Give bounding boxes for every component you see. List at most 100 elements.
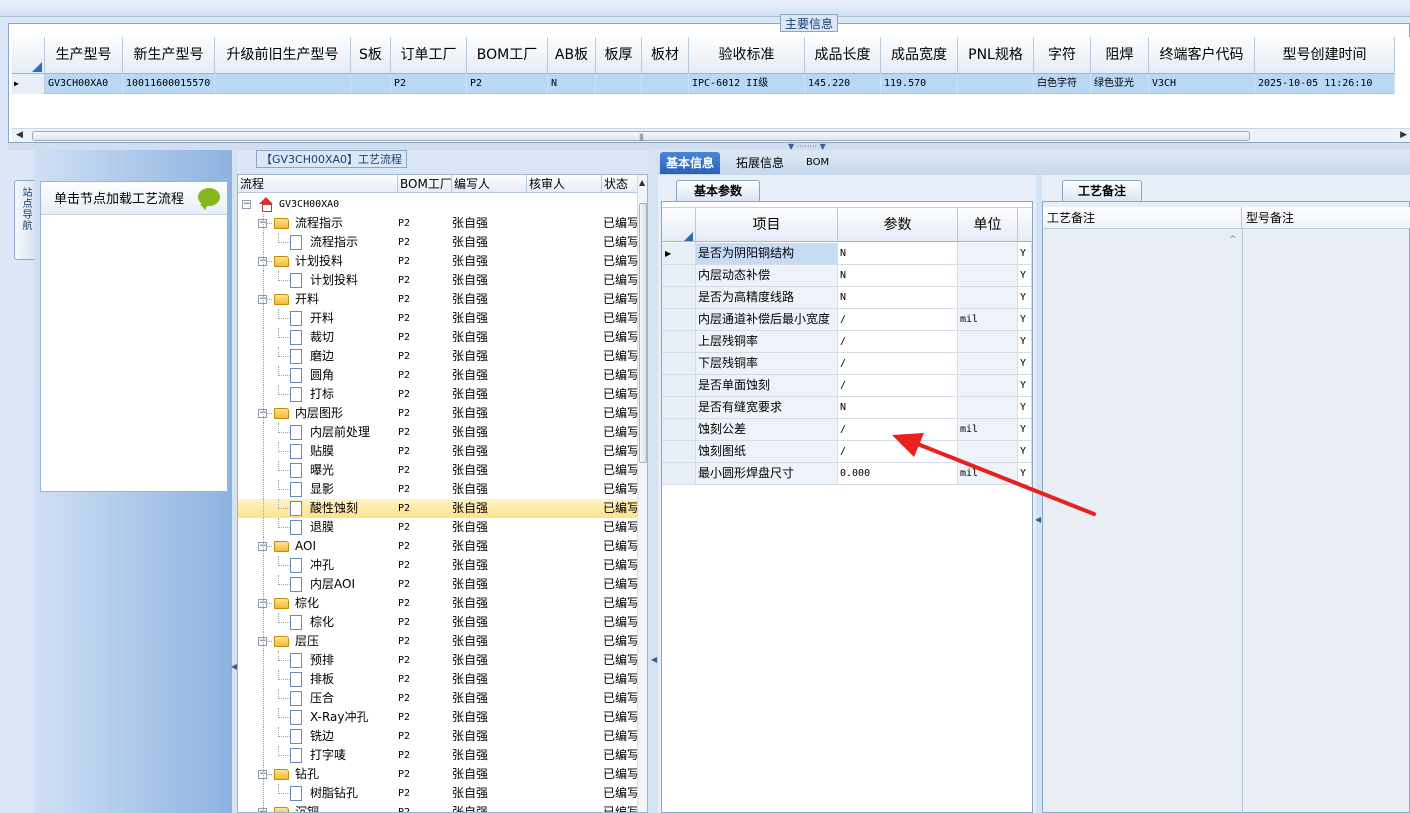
param-value-cell[interactable]: / (838, 309, 958, 330)
tab-craft-notes[interactable]: 工艺备注 (1062, 180, 1142, 201)
column-header-model-note[interactable]: 型号备注 (1242, 207, 1410, 229)
collapse-right-icon[interactable]: ◀ (1035, 515, 1041, 524)
column-header[interactable]: 生产型号 (45, 37, 123, 74)
scrollbar-thumb[interactable] (639, 203, 647, 463)
table-cell[interactable]: 2025-10-05 11:26:10 (1255, 74, 1395, 94)
tab-bom[interactable]: BOM (800, 152, 835, 174)
table-cell[interactable] (596, 74, 642, 94)
horizontal-splitter[interactable]: ▼ ········ ▼ (8, 142, 1410, 151)
table-cell[interactable]: P2 (391, 74, 467, 94)
table-cell[interactable]: V3CH (1149, 74, 1255, 94)
param-value-cell[interactable]: N (838, 243, 958, 264)
column-header[interactable]: S板 (351, 37, 391, 74)
table-row[interactable]: 蚀刻公差 / mil Y (662, 419, 1032, 441)
table-cell[interactable]: IPC-6012 II级 (689, 74, 805, 94)
tree-node[interactable]: 压合 P2 张自强 已编写 (238, 689, 637, 708)
tree-node[interactable]: 内层AOI P2 张自强 已编写 (238, 575, 637, 594)
table-cell[interactable] (351, 74, 391, 94)
tree-node[interactable]: 预排 P2 张自强 已编写 (238, 651, 637, 670)
column-header[interactable]: BOM工厂 (467, 37, 548, 74)
column-header[interactable]: 验收标准 (689, 37, 805, 74)
collapse-middle-icon[interactable]: ◀ (651, 655, 657, 664)
tree-node[interactable]: X-Ray冲孔 P2 张自强 已编写 (238, 708, 637, 727)
column-header[interactable]: 终端客户代码 (1149, 37, 1255, 74)
param-value-cell[interactable]: / (838, 331, 958, 352)
middle-splitter[interactable]: ◀ (648, 150, 658, 813)
table-row[interactable]: ▶ 是否为阴阳铜结构 N Y (662, 243, 1032, 265)
tree-node[interactable]: − 棕化 P2 张自强 已编写 (238, 594, 637, 613)
param-value-cell[interactable]: / (838, 375, 958, 396)
table-cell[interactable]: 145.220 (805, 74, 881, 94)
column-header-unit[interactable]: 单位 (958, 208, 1018, 243)
tree-node[interactable]: 内层前处理 P2 张自强 已编写 (238, 423, 637, 442)
collapse-toggle-icon[interactable]: − (242, 200, 251, 209)
scroll-up-icon[interactable]: ^ (1229, 235, 1237, 245)
tab-basic-info[interactable]: 基本信息 (660, 152, 721, 174)
column-header[interactable]: 字符 (1034, 37, 1091, 74)
column-header-item[interactable]: 项目 (696, 208, 838, 243)
horizontal-scrollbar[interactable]: ◀ ||| ▶ (12, 128, 1410, 142)
table-row[interactable]: 最小圆形焊盘尺寸 0.000 mil Y (662, 463, 1032, 485)
grid-corner[interactable] (12, 37, 45, 74)
param-value-cell[interactable]: / (838, 353, 958, 374)
table-row[interactable]: 蚀刻图纸 / Y (662, 441, 1032, 463)
grid-corner[interactable] (662, 208, 696, 243)
column-header[interactable]: 流程 (238, 175, 398, 193)
table-cell[interactable]: N (548, 74, 596, 94)
column-header[interactable]: AB板 (548, 37, 596, 74)
tree-node[interactable]: 磨边 P2 张自强 已编写 (238, 347, 637, 366)
table-cell[interactable] (958, 74, 1034, 94)
param-value-cell[interactable]: / (838, 441, 958, 462)
tree-node[interactable]: − 钻孔 P2 张自强 已编写 (238, 765, 637, 784)
table-row[interactable]: 内层通道补偿后最小宽度 / mil Y (662, 309, 1032, 331)
column-header[interactable]: 型号创建时间 (1255, 37, 1395, 74)
tree-node[interactable]: 棕化 P2 张自强 已编写 (238, 613, 637, 632)
table-cell[interactable]: 119.570 (881, 74, 958, 94)
param-value-cell[interactable]: N (838, 397, 958, 418)
column-header[interactable]: 成品长度 (805, 37, 881, 74)
column-header-param[interactable]: 参数 (838, 208, 958, 243)
tree-node[interactable]: − 内层图形 P2 张自强 已编写 (238, 404, 637, 423)
table-cell[interactable]: 10011600015570 (123, 74, 215, 94)
tree-node[interactable]: − 开料 P2 张自强 已编写 (238, 290, 637, 309)
param-value-cell[interactable]: N (838, 287, 958, 308)
table-row[interactable]: 内层动态补偿 N Y (662, 265, 1032, 287)
tree-node[interactable]: 显影 P2 张自强 已编写 (238, 480, 637, 499)
tree-node[interactable]: − 沉铜 P2 张自强 已编写 (238, 803, 637, 812)
tree-node[interactable]: 圆角 P2 张自强 已编写 (238, 366, 637, 385)
scroll-left-icon[interactable]: ◀ (16, 130, 23, 140)
table-cell[interactable]: P2 (467, 74, 548, 94)
column-header[interactable]: 升级前旧生产型号 (215, 37, 351, 74)
tree-node[interactable]: 铣边 P2 张自强 已编写 (238, 727, 637, 746)
tab-basic-params[interactable]: 基本参数 (676, 180, 760, 201)
table-row[interactable]: 下层残铜率 / Y (662, 353, 1032, 375)
tree-node[interactable]: − 层压 P2 张自强 已编写 (238, 632, 637, 651)
param-value-cell[interactable]: / (838, 419, 958, 440)
column-header[interactable]: 板厚 (596, 37, 642, 74)
table-cell[interactable] (642, 74, 689, 94)
table-cell[interactable]: 绿色亚光 (1091, 74, 1149, 94)
table-row[interactable]: 上层残铜率 / Y (662, 331, 1032, 353)
column-header[interactable]: 状态 (602, 175, 638, 193)
tree-node[interactable]: 开料 P2 张自强 已编写 (238, 309, 637, 328)
tree-node[interactable]: 贴膜 P2 张自强 已编写 (238, 442, 637, 461)
tree-node[interactable]: 树脂钻孔 P2 张自强 已编写 (238, 784, 637, 803)
column-header[interactable]: BOM工厂 (398, 175, 452, 193)
table-row[interactable]: 是否单面蚀刻 / Y (662, 375, 1032, 397)
param-value-cell[interactable]: 0.000 (838, 463, 958, 484)
vertical-tab-site-nav[interactable]: 站点导航 (14, 180, 34, 260)
tree-node[interactable]: − 流程指示 P2 张自强 已编写 (238, 214, 637, 233)
column-header[interactable]: 编写人 (452, 175, 527, 193)
param-value-cell[interactable]: N (838, 265, 958, 286)
table-cell[interactable]: GV3CH00XA0 (45, 74, 123, 94)
tree-node[interactable]: 曝光 P2 张自强 已编写 (238, 461, 637, 480)
column-header[interactable]: 核审人 (527, 175, 602, 193)
scroll-right-icon[interactable]: ▶ (1400, 130, 1407, 140)
table-cell[interactable] (215, 74, 351, 94)
column-header[interactable]: PNL规格 (958, 37, 1034, 74)
tree-node[interactable]: 流程指示 P2 张自强 已编写 (238, 233, 637, 252)
column-header[interactable]: 成品宽度 (881, 37, 958, 74)
tree-node[interactable]: − 计划投料 P2 张自强 已编写 (238, 252, 637, 271)
tree-node[interactable]: 打标 P2 张自强 已编写 (238, 385, 637, 404)
column-header[interactable]: 新生产型号 (123, 37, 215, 74)
